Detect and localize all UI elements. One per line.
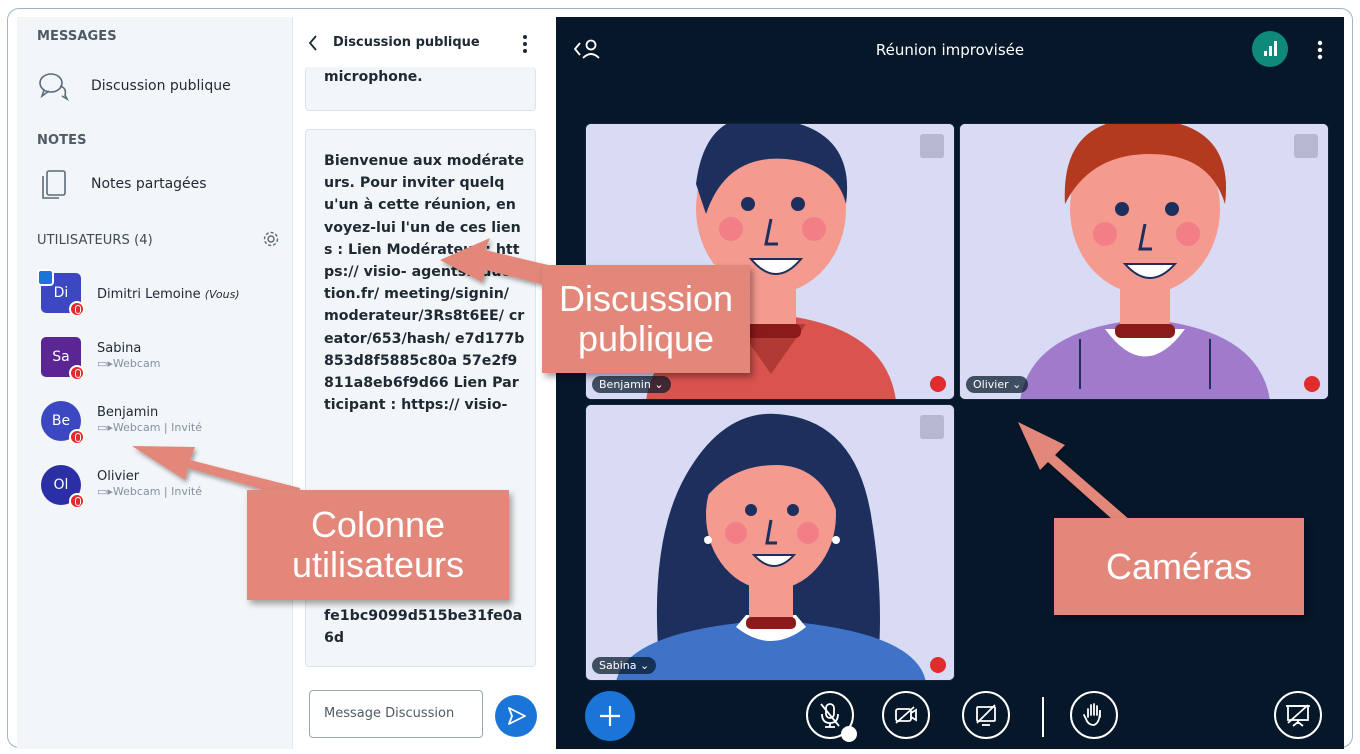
raise-hand-button[interactable] [1070, 691, 1118, 739]
user-name: Olivier [97, 469, 140, 484]
muted-mic-icon [69, 301, 85, 317]
users-heading: UTILISATEURS (4) [37, 233, 153, 248]
webcam-icon: ▭▸ [97, 357, 113, 370]
muted-mic-icon [69, 365, 85, 381]
muted-mic-icon [930, 376, 946, 392]
send-button[interactable] [495, 695, 537, 737]
user-name: Dimitri Lemoine (Vous) [97, 287, 240, 302]
notes-icon [42, 170, 66, 199]
gear-icon[interactable] [262, 230, 280, 248]
raise-hand-icon [1083, 703, 1101, 726]
expand-icon[interactable] [920, 134, 944, 158]
controls-divider [1042, 697, 1044, 737]
callout-chat: Discussion publique [542, 265, 750, 373]
muted-mic-icon [930, 657, 946, 673]
callout-users: Colonne utilisateurs [247, 490, 509, 600]
more-vertical-icon[interactable] [1316, 39, 1324, 61]
users-sidebar: MESSAGES Discussion publique NOTES Notes… [17, 17, 292, 749]
video-tile-sabina[interactable]: Sabina ⌄ [585, 404, 955, 681]
callout-cameras: Caméras [1054, 518, 1304, 615]
signal-bars-icon [1264, 41, 1277, 56]
chat-header: Discussion publique [293, 17, 557, 67]
muted-mic-icon [69, 429, 85, 445]
tile-name-label[interactable]: Benjamin ⌄ [592, 376, 671, 393]
shared-notes-label: Notes partagées [91, 176, 207, 192]
meeting-area: Réunion improvisée Benjamin ⌄ Olivier ⌄ … [556, 17, 1344, 749]
connection-status-button[interactable] [1252, 31, 1288, 67]
chat-title: Discussion publique [333, 35, 480, 50]
user-list-item[interactable]: Sa Sabina ▭▸Webcam [41, 337, 281, 387]
expand-icon[interactable] [1294, 134, 1318, 158]
plus-icon [600, 706, 620, 726]
presenter-icon [37, 269, 54, 286]
screen-share-off-icon [976, 704, 996, 726]
message-tail-text: fe1bc9099d515be31fe0a6d [324, 608, 523, 647]
expand-icon[interactable] [920, 415, 944, 439]
user-status: ▭▸Webcam | Invité [97, 421, 202, 434]
camera-off-icon [895, 706, 917, 724]
mute-microphone-button[interactable] [806, 691, 857, 742]
tile-name-label[interactable]: Sabina ⌄ [592, 657, 657, 674]
user-status: ▭▸Webcam | Invité [97, 485, 202, 498]
presentation-button[interactable] [1274, 691, 1322, 739]
user-list-item[interactable]: Be Benjamin ▭▸Webcam | Invité [41, 401, 281, 451]
chat-panel: Discussion publique microphone. Bienvenu… [292, 17, 556, 749]
screen-share-button[interactable] [962, 691, 1010, 739]
tile-name-label[interactable]: Olivier ⌄ [966, 376, 1029, 393]
public-chat-label: Discussion publique [91, 78, 231, 94]
send-icon [508, 707, 526, 725]
more-vertical-icon[interactable] [521, 33, 529, 55]
webcam-button[interactable] [882, 691, 930, 739]
sidebar-item-shared-notes[interactable]: Notes partagées [37, 167, 207, 201]
chat-message: microphone. [305, 67, 536, 111]
message-text: microphone. [324, 69, 423, 85]
user-status: ▭▸Webcam [97, 357, 161, 370]
presentation-off-icon [1286, 704, 1310, 727]
muted-mic-icon [1304, 376, 1320, 392]
chat-bubbles-icon [39, 73, 69, 102]
user-list-item[interactable]: Di Dimitri Lemoine (Vous) [37, 269, 281, 323]
user-name: Sabina [97, 341, 142, 356]
actions-button[interactable] [585, 691, 635, 741]
notes-heading: NOTES [37, 133, 87, 148]
messages-heading: MESSAGES [37, 29, 117, 44]
webcam-icon: ▭▸ [97, 485, 113, 498]
user-name: Benjamin [97, 405, 159, 420]
muted-mic-icon [69, 493, 85, 509]
chevron-left-icon[interactable] [307, 34, 319, 52]
avatar-illustration [960, 124, 1328, 399]
video-tile-olivier[interactable]: Olivier ⌄ [959, 123, 1329, 400]
message-input[interactable]: Message Discussion [309, 690, 483, 738]
sidebar-item-public-chat[interactable]: Discussion publique [37, 69, 231, 103]
user-list-item[interactable]: Ol Olivier ▭▸Webcam | Invité [41, 465, 281, 515]
avatar-illustration [586, 405, 954, 680]
chevron-up-icon[interactable] [841, 726, 857, 742]
webcam-icon: ▭▸ [97, 421, 113, 434]
meeting-title: Réunion improvisée [875, 41, 1025, 59]
